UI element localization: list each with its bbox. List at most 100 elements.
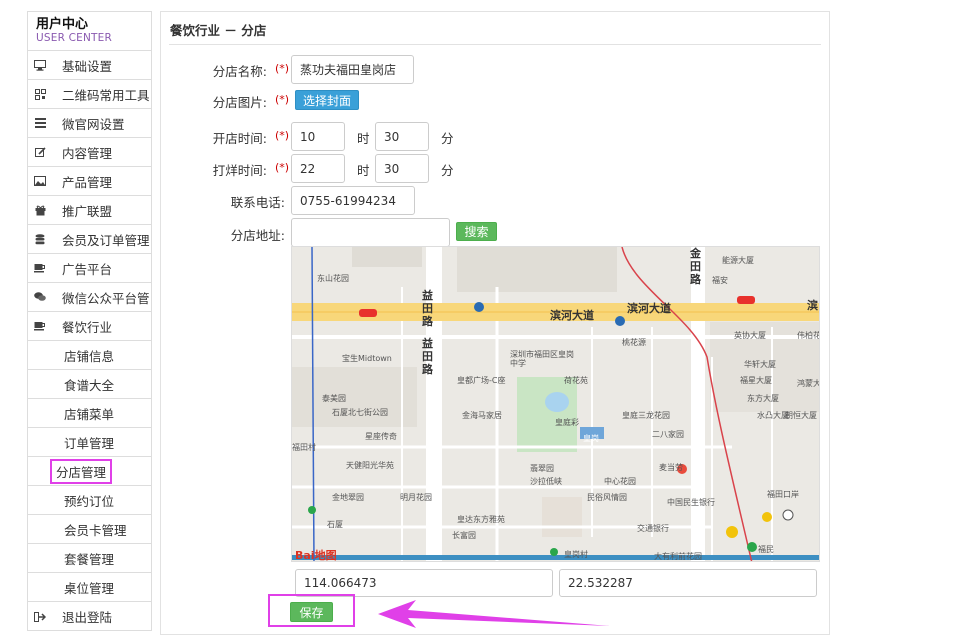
map-poi-label: 民俗风情园 bbox=[587, 493, 627, 502]
map-poi-label: 泰美园 bbox=[322, 394, 346, 403]
sidebar-item-logout[interactable]: 退出登陆 bbox=[28, 602, 151, 631]
list-icon bbox=[28, 118, 52, 128]
sidebar-item-label: 会员及订单管理 bbox=[62, 232, 150, 248]
logout-icon bbox=[28, 611, 52, 622]
sidebar-item-label: 广告平台 bbox=[62, 261, 113, 277]
map-poi-label: 大有利前花园 bbox=[654, 552, 702, 561]
map-poi-label: 伟柏花 bbox=[797, 331, 820, 340]
map-poi-label: 水凸大厦 bbox=[757, 411, 789, 420]
map-road-label: 滨河大道 bbox=[550, 309, 594, 322]
sidebar-item-label: 推广联盟 bbox=[62, 203, 113, 219]
search-button[interactable]: 搜索 bbox=[456, 222, 497, 241]
edit-icon bbox=[28, 146, 52, 158]
map-poi-label: 麦当劳 bbox=[659, 463, 683, 472]
map-poi-label: 东方大厦 bbox=[747, 394, 779, 403]
title-divider bbox=[169, 44, 821, 45]
qrcode-icon bbox=[28, 88, 52, 100]
close-time-label: 打烊时间: bbox=[212, 163, 267, 178]
phone-input[interactable]: 0755-61994234 bbox=[291, 186, 415, 215]
map-poi-label: 长富园 bbox=[452, 531, 476, 540]
required-mark: (*) bbox=[275, 62, 290, 75]
map-poi-label: 中心花园 bbox=[604, 477, 636, 486]
sidebar-subitem-label: 店铺信息 bbox=[64, 348, 115, 364]
sidebar-subitem-orders[interactable]: 订单管理 bbox=[28, 428, 151, 457]
map-road-label: 金田路 bbox=[690, 247, 701, 286]
choose-cover-button[interactable]: 选择封面 bbox=[295, 90, 360, 110]
chat-icon bbox=[28, 292, 52, 302]
sidebar-item-basic-settings[interactable]: 基础设置 bbox=[28, 51, 151, 80]
map-poi-label: 宝生Midtown bbox=[342, 354, 392, 363]
close-hour-input[interactable]: 22 bbox=[291, 154, 345, 183]
map-road-label: 益田路 bbox=[422, 337, 433, 376]
open-minute-input[interactable]: 30 bbox=[375, 122, 429, 151]
map-poi-label: 皇岗村 bbox=[564, 550, 588, 559]
latitude-input[interactable]: 22.532287 bbox=[559, 569, 817, 597]
close-minute-input[interactable]: 30 bbox=[375, 154, 429, 183]
map-poi-label: 鸿蒙大厦 bbox=[797, 379, 819, 388]
user-center-subtitle: USER CENTER bbox=[36, 32, 112, 44]
sidebar-item-label: 内容管理 bbox=[62, 145, 113, 161]
database-icon bbox=[28, 233, 52, 245]
map-poi-label: 深圳市福田区皇岗中学 bbox=[510, 350, 574, 368]
map-view[interactable]: 滨河大道 滨河大道 益田路 益田路 金田路 滨 东山花园 宝生Midtown 泰… bbox=[291, 246, 820, 562]
sidebar-item-products[interactable]: 产品管理 bbox=[28, 167, 151, 196]
sidebar-item-ads[interactable]: 广告平台 bbox=[28, 254, 151, 283]
longitude-input[interactable]: 114.066473 bbox=[295, 569, 553, 597]
sidebar-item-catering[interactable]: 餐饮行业 bbox=[28, 312, 151, 341]
image-icon bbox=[28, 176, 52, 186]
map-poi-label: 明月花园 bbox=[400, 493, 432, 502]
sidebar-item-label: 产品管理 bbox=[62, 174, 113, 190]
address-label: 分店地址: bbox=[230, 228, 285, 243]
sidebar-item-members-orders[interactable]: 会员及订单管理 bbox=[28, 225, 151, 254]
sidebar-item-label: 微官网设置 bbox=[62, 116, 125, 132]
map-poi-label: 皇庭三龙花园 bbox=[622, 411, 670, 420]
open-hour-input[interactable]: 10 bbox=[291, 122, 345, 151]
map-poi-label: 皇达东方雅苑 bbox=[457, 515, 505, 524]
map-poi-label: 星座传奇 bbox=[365, 432, 397, 441]
sidebar-subitem-reservations[interactable]: 预约订位 bbox=[28, 486, 151, 515]
map-poi-label: 天健阳光华苑 bbox=[346, 461, 394, 470]
sidebar-subitem-tables[interactable]: 桌位管理 bbox=[28, 573, 151, 602]
map-poi-label: 英协大厦 bbox=[734, 331, 766, 340]
map-poi-label: 中国民生银行 bbox=[667, 498, 715, 507]
sidebar-item-content[interactable]: 内容管理 bbox=[28, 138, 151, 167]
sidebar-item-label: 基础设置 bbox=[62, 58, 113, 74]
sidebar-item-promotion[interactable]: 推广联盟 bbox=[28, 196, 151, 225]
sidebar-subitem-member-card[interactable]: 会员卡管理 bbox=[28, 515, 151, 544]
sidebar-subitem-label: 食谱大全 bbox=[64, 377, 115, 393]
minute-unit: 分 bbox=[441, 163, 454, 178]
map-poi-label: 荷花苑 bbox=[564, 376, 588, 385]
sidebar-subitem-store-menu[interactable]: 店铺菜单 bbox=[28, 399, 151, 428]
map-poi-label: 皇都广场-C座 bbox=[457, 376, 506, 385]
map-poi-label: 朝恒大厦 bbox=[785, 411, 817, 420]
map-poi-label: 福田口岸 bbox=[767, 490, 799, 499]
map-poi-label: 石厦 bbox=[327, 520, 343, 529]
sidebar-item-qrcode-tools[interactable]: 二维码常用工具 bbox=[28, 80, 151, 109]
phone-label: 联系电话: bbox=[230, 195, 285, 210]
map-poi-label: 福安 bbox=[712, 276, 728, 285]
user-center-title: 用户中心 bbox=[36, 17, 89, 32]
required-mark: (*) bbox=[275, 93, 290, 106]
address-input[interactable] bbox=[291, 218, 450, 247]
map-road-label: 益田路 bbox=[422, 289, 433, 328]
map-road-label: 滨 bbox=[807, 299, 818, 312]
sidebar-item-microsite[interactable]: 微官网设置 bbox=[28, 109, 151, 138]
sidebar-subitem-set-meals[interactable]: 套餐管理 bbox=[28, 544, 151, 573]
required-mark: (*) bbox=[275, 161, 290, 174]
hour-unit: 时 bbox=[357, 163, 370, 178]
sidebar-subitem-store-info[interactable]: 店铺信息 bbox=[28, 341, 151, 370]
map-poi-label: 福民 bbox=[758, 545, 774, 554]
branch-name-input[interactable]: 蒸功夫福田皇岗店 bbox=[291, 55, 414, 84]
map-poi-label: 福星大厦 bbox=[740, 376, 772, 385]
sidebar-subitem-recipes[interactable]: 食谱大全 bbox=[28, 370, 151, 399]
map-poi-label: 金地翠园 bbox=[332, 493, 364, 502]
branch-image-label: 分店图片: bbox=[212, 95, 267, 110]
map-poi-label: 桃花源 bbox=[622, 338, 646, 347]
sidebar-subitem-label: 订单管理 bbox=[64, 435, 115, 451]
sidebar-subitem-branch-management[interactable]: 分店管理 bbox=[28, 457, 151, 486]
sidebar-subitem-label: 店铺菜单 bbox=[64, 406, 115, 422]
sidebar-item-wechat-platform[interactable]: 微信公众平台管 bbox=[28, 283, 151, 312]
sidebar: 用户中心 USER CENTER 基础设置 二维码常用工具 微官网设置 内容管理… bbox=[27, 11, 152, 631]
hour-unit: 时 bbox=[357, 131, 370, 146]
save-button[interactable]: 保存 bbox=[290, 602, 333, 622]
